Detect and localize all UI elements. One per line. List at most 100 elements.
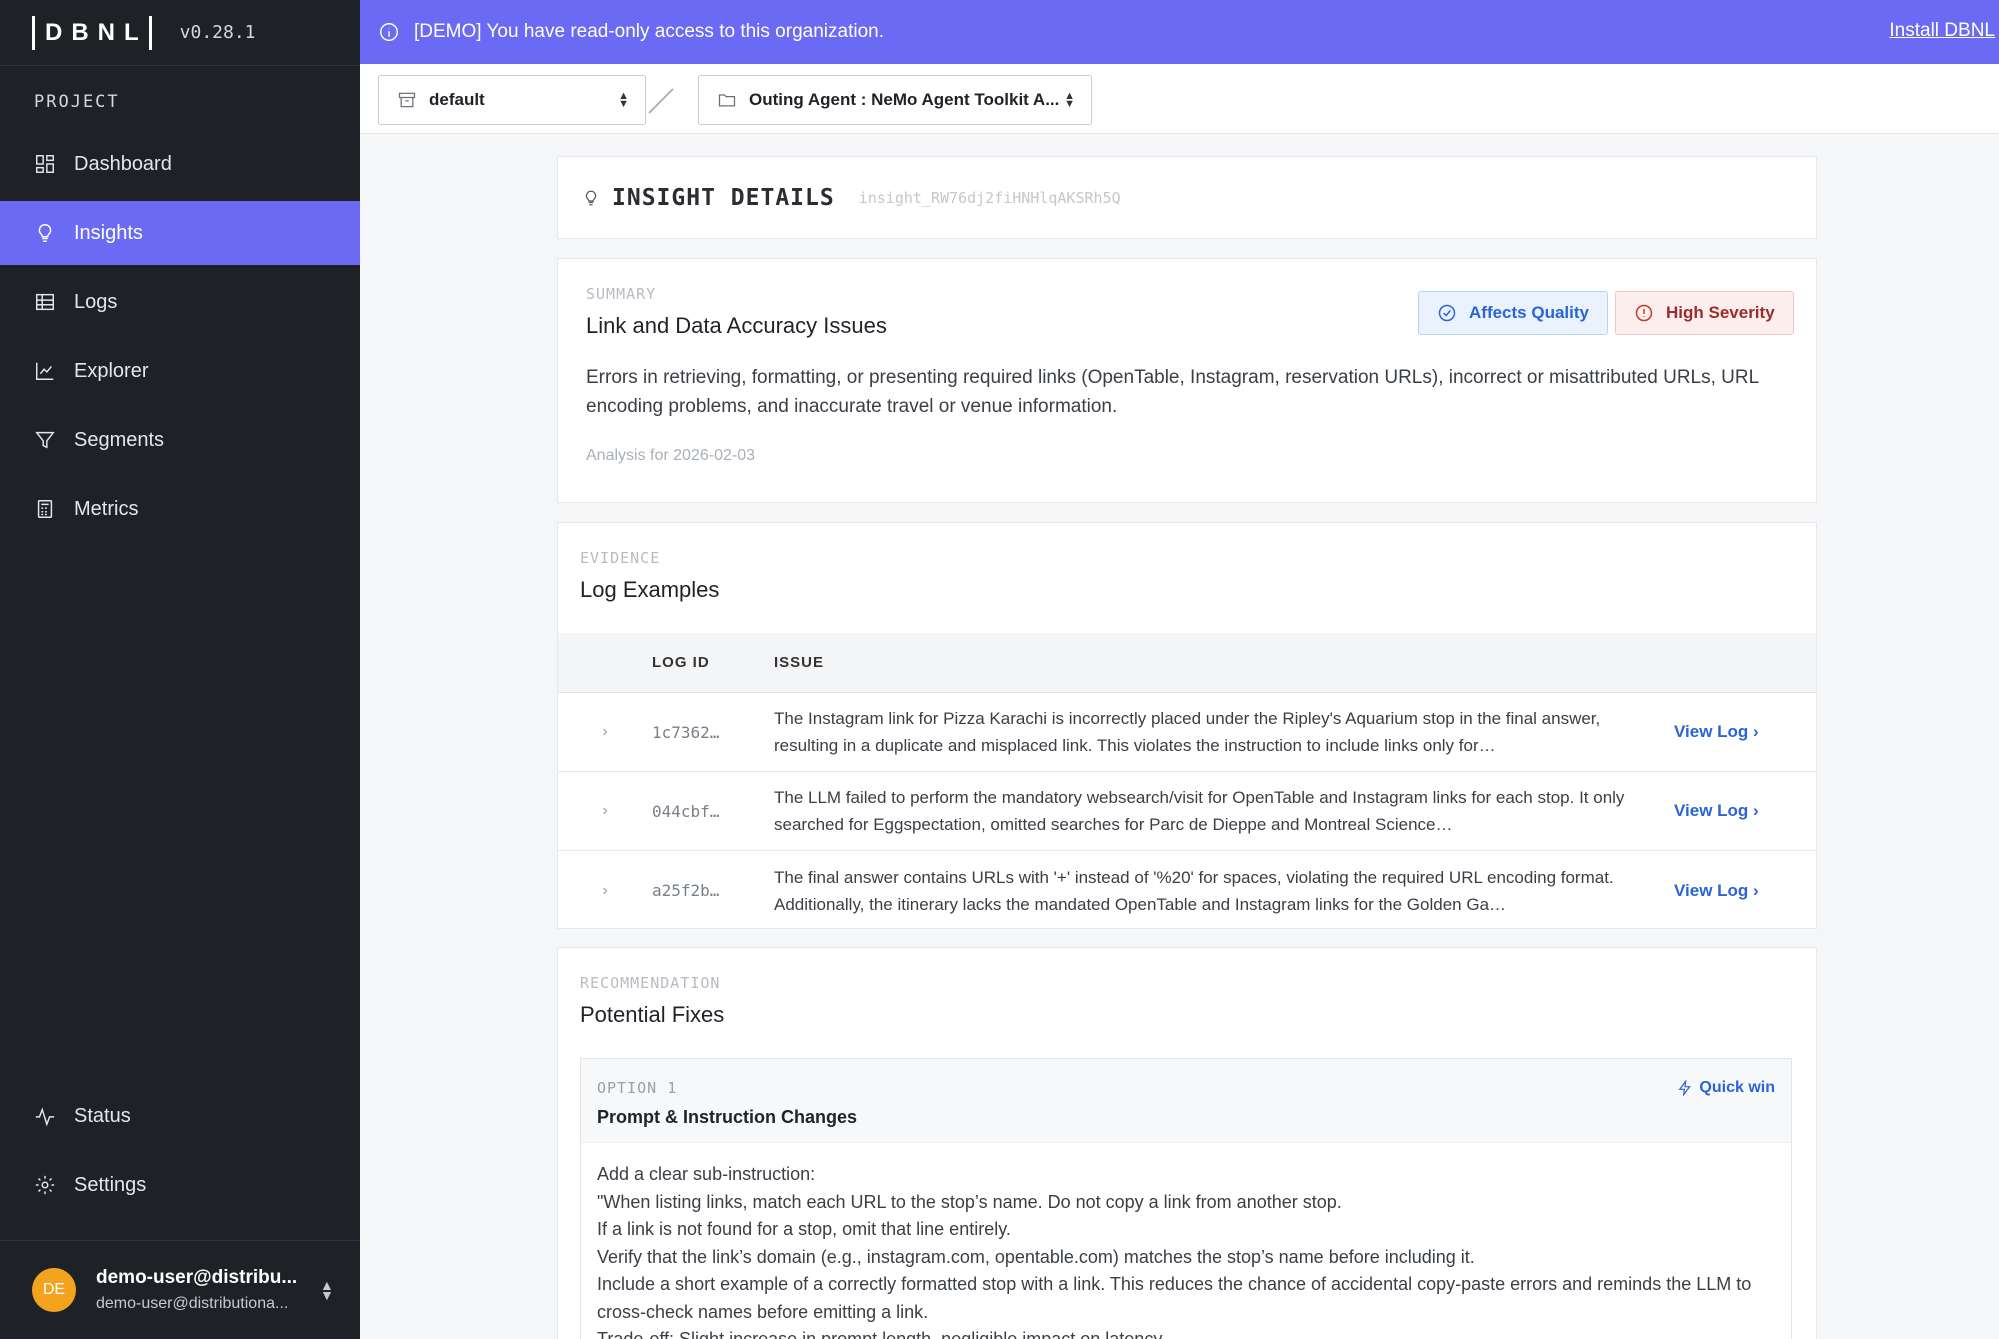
issue-text: The final answer contains URLs with '+' … xyxy=(774,867,1614,914)
issue-text: The LLM failed to perform the mandatory … xyxy=(774,788,1625,834)
sidebar-item-segments[interactable]: Segments xyxy=(0,408,360,472)
alert-circle-icon xyxy=(1635,304,1653,322)
analysis-date: Analysis for 2026-02-03 xyxy=(586,447,755,464)
sidebar-item-insights[interactable]: Insights xyxy=(0,201,360,265)
demo-banner: [DEMO] You have read-only access to this… xyxy=(360,0,1999,64)
sidebar-item-settings[interactable]: Settings xyxy=(0,1153,360,1217)
insight-header-card: INSIGHT DETAILS insight_RW76dj2fiHNHlqAK… xyxy=(557,156,1817,239)
user-name: demo-user@distribu... xyxy=(96,1267,298,1288)
gear-icon xyxy=(35,1175,55,1195)
tag-label: Quick win xyxy=(1699,1079,1775,1096)
sidebar-item-explorer[interactable]: Explorer xyxy=(0,339,360,403)
user-menu[interactable]: DE demo-user@distribu... demo-user@distr… xyxy=(0,1240,360,1339)
chart-line-icon xyxy=(36,362,54,380)
table-row[interactable]: › 044cbf… The LLM failed to perform the … xyxy=(558,772,1816,851)
option-label: OPTION 1 xyxy=(597,1079,678,1097)
chevron-right-icon[interactable]: › xyxy=(558,723,652,741)
option-line: "When listing links, match each URL to t… xyxy=(597,1191,1342,1212)
sidebar-item-status[interactable]: Status xyxy=(0,1084,360,1148)
check-circle-icon xyxy=(1438,304,1456,322)
dbnl-logo[interactable]: DBNL xyxy=(32,15,152,50)
folder-icon xyxy=(718,94,736,107)
view-log-link[interactable]: View Log › xyxy=(1674,722,1759,742)
view-log-label: View Log xyxy=(1674,722,1749,741)
option-title: Prompt & Instruction Changes xyxy=(597,1107,858,1127)
chevron-up-down-icon: ▲ ▼ xyxy=(618,90,629,110)
table-row[interactable]: › 1c7362… The Instagram link for Pizza K… xyxy=(558,693,1816,772)
app-version: v0.28.1 xyxy=(179,22,256,43)
view-log-link[interactable]: View Log › xyxy=(1674,881,1759,901)
sidebar-item-dashboard[interactable]: Dashboard xyxy=(0,132,360,196)
insight-id: insight_RW76dj2fiHNHlqAKSRh5Q xyxy=(858,188,1121,207)
info-icon xyxy=(380,23,398,41)
filter-icon xyxy=(35,431,55,449)
install-dbnl-link[interactable]: Install DBNL xyxy=(1889,20,1995,42)
archive-icon xyxy=(398,92,416,108)
badge-label: Affects Quality xyxy=(1469,303,1589,322)
quick-win-tag: Quick win xyxy=(1677,1079,1775,1097)
chevron-up-down-icon[interactable]: ▲ ▼ xyxy=(320,1278,334,1302)
lightbulb-icon xyxy=(38,224,52,242)
sidebar: DBNL v0.28.1 PROJECT Dashboard Insights … xyxy=(0,0,360,1339)
calculator-icon xyxy=(37,500,53,518)
user-email: demo-user@distributiona... xyxy=(96,1295,289,1312)
chevron-up-down-icon: ▲ ▼ xyxy=(1064,90,1075,110)
issue-column-header: ISSUE xyxy=(774,654,825,671)
dashboard-icon xyxy=(36,155,54,173)
namespace-value: default xyxy=(429,90,485,109)
table-row[interactable]: › a25f2b… The final answer contains URLs… xyxy=(558,851,1816,930)
log-id: 1c7362… xyxy=(652,722,720,742)
option-line: Trade-off: Slight increase in prompt len… xyxy=(597,1329,1166,1339)
lightning-icon xyxy=(1678,1080,1692,1096)
breadcrumb-separator xyxy=(648,88,674,114)
table-icon xyxy=(36,293,54,311)
log-table-header: LOG ID ISSUE xyxy=(558,633,1816,693)
recommendation-header: RECOMMENDATION Potential Fixes xyxy=(558,948,1816,1058)
summary-description: Errors in retrieving, formatting, or pre… xyxy=(586,367,1759,417)
avatar: DE xyxy=(32,1268,76,1312)
view-log-link[interactable]: View Log › xyxy=(1674,801,1759,821)
view-log-label: View Log xyxy=(1674,880,1749,900)
chevron-right-icon[interactable]: › xyxy=(558,882,652,900)
option-header: OPTION 1 Prompt & Instruction Changes Qu… xyxy=(581,1059,1791,1143)
activity-icon xyxy=(35,1107,55,1127)
badge-label: High Severity xyxy=(1666,303,1775,322)
sidebar-item-label: Dashboard xyxy=(74,152,172,175)
sidebar-item-label: Logs xyxy=(74,290,118,313)
log-id: 044cbf… xyxy=(652,801,720,821)
namespace-select[interactable]: default ▲ ▼ xyxy=(378,75,646,125)
option-line: Verify that the link’s domain (e.g., ins… xyxy=(597,1246,1475,1267)
page-title: INSIGHT DETAILS xyxy=(612,184,835,211)
recommendation-card: RECOMMENDATION Potential Fixes OPTION 1 … xyxy=(557,947,1817,1339)
view-log-label: View Log xyxy=(1674,801,1749,820)
issue-text: The Instagram link for Pizza Karachi is … xyxy=(774,709,1601,755)
sidebar-item-label: Metrics xyxy=(74,497,139,520)
banner-text: [DEMO] You have read-only access to this… xyxy=(414,21,884,42)
recommendation-title: Potential Fixes xyxy=(580,1002,725,1027)
evidence-header: EVIDENCE Log Examples xyxy=(558,523,1816,633)
sidebar-item-logs[interactable]: Logs xyxy=(0,270,360,334)
log-id-column-header: LOG ID xyxy=(652,654,710,671)
chevron-right-icon[interactable]: › xyxy=(558,802,652,820)
sidebar-header: DBNL v0.28.1 xyxy=(0,0,360,66)
lightbulb-icon xyxy=(585,190,597,205)
project-value: Outing Agent : NeMo Agent Toolkit A... xyxy=(749,90,1060,109)
option-body: Add a clear sub-instruction: "When listi… xyxy=(581,1143,1791,1339)
sidebar-item-label: Status xyxy=(74,1104,131,1127)
option-line: Include a short example of a correctly f… xyxy=(597,1274,1752,1322)
sidebar-item-label: Insights xyxy=(74,221,143,244)
log-id: a25f2b… xyxy=(652,881,720,900)
sidebar-item-label: Settings xyxy=(74,1173,147,1196)
recommendation-eyebrow: RECOMMENDATION xyxy=(580,974,721,992)
sidebar-item-label: Explorer xyxy=(74,359,149,382)
summary-card: SUMMARY Link and Data Accuracy Issues Af… xyxy=(557,258,1817,503)
sidebar-item-label: Segments xyxy=(74,428,165,451)
sidebar-item-metrics[interactable]: Metrics xyxy=(0,477,360,541)
affects-quality-badge: Affects Quality xyxy=(1418,291,1608,335)
project-select[interactable]: Outing Agent : NeMo Agent Toolkit A... ▲… xyxy=(698,75,1092,125)
user-info: demo-user@distribu... demo-user@distribu… xyxy=(96,1267,306,1313)
toolbar: default ▲ ▼ Outing Agent : NeMo Agent Too… xyxy=(360,64,1999,134)
high-severity-badge: High Severity xyxy=(1615,291,1794,335)
option-line: If a link is not found for a stop, omit … xyxy=(597,1219,1011,1239)
evidence-title: Log Examples xyxy=(580,577,720,602)
